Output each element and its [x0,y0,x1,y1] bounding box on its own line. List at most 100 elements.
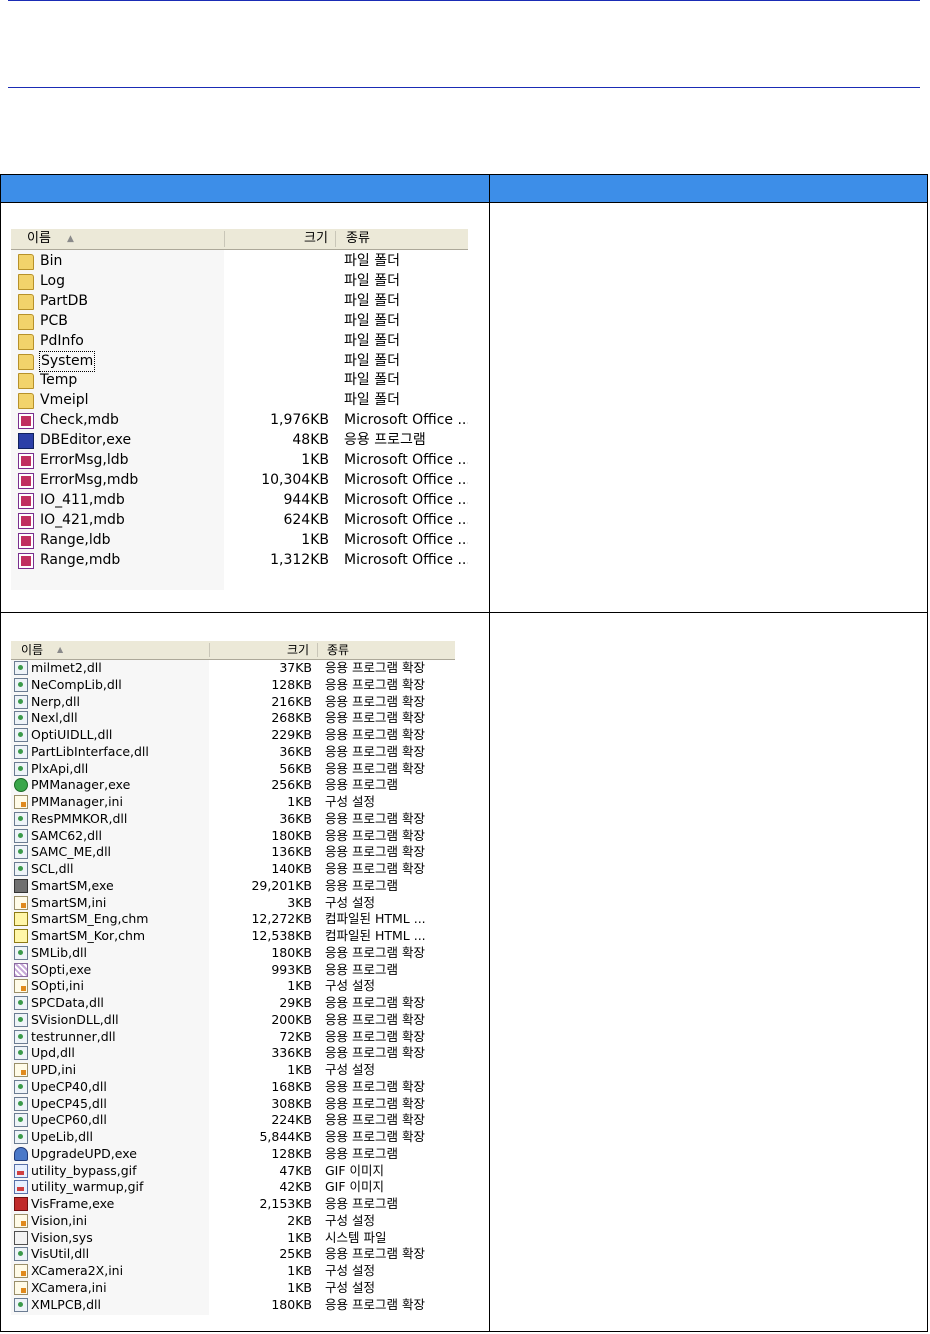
file-row[interactable]: SVisionDLL,dll 200KB 응용 프로그램 확장 [11,1012,455,1029]
file-row[interactable]: VisFrame,exe 2,153KB 응용 프로그램 [11,1196,455,1213]
file-row[interactable]: Nexl,dll 268KB 응용 프로그램 확장 [11,710,455,727]
file-row[interactable]: PartLibInterface,dll 36KB 응용 프로그램 확장 [11,744,455,761]
file-row[interactable]: XCamera2X,ini 1KB 구성 설정 [11,1263,455,1280]
file-name: IO_421,mdb [40,511,125,528]
file-type: 응용 프로그램 [325,777,398,793]
file-row[interactable]: OptiUIDLL,dll 229KB 응용 프로그램 확장 [11,727,455,744]
file-size: 2KB [287,1212,312,1228]
file-row[interactable]: PdInfo 파일 폴더 [11,332,468,352]
file-name: utility_bypass,gif [31,1162,137,1178]
file-row[interactable]: SmartSM,exe 29,201KB 응용 프로그램 [11,878,455,895]
column-header-type[interactable]: 종류 [327,641,349,659]
file-row[interactable]: utility_bypass,gif 47KB GIF 이미지 [11,1163,455,1180]
file-row[interactable]: XCamera,ini 1KB 구성 설정 [11,1280,455,1297]
file-type: GIF 이미지 [325,1179,385,1195]
file-row[interactable]: DBEditor,exe 48KB 응용 프로그램 [11,431,468,451]
file-row[interactable]: UpeLib,dll 5,844KB 응용 프로그램 확장 [11,1129,455,1146]
column-header-name[interactable]: 이름 [21,641,43,659]
file-row[interactable]: PlxApi,dll 56KB 응용 프로그램 확장 [11,761,455,778]
file-row[interactable]: PCB 파일 폴더 [11,312,468,332]
file-row[interactable]: XMLPCB,dll 180KB 응용 프로그램 확장 [11,1297,455,1314]
file-row[interactable]: ErrorMsg,ldb 1KB Microsoft Office ... [11,451,468,471]
file-row[interactable]: NeCompLib,dll 128KB 응용 프로그램 확장 [11,677,455,694]
file-size: 128KB [271,1145,312,1161]
file-name: SPCData,dll [31,995,104,1010]
file-row[interactable]: utility_warmup,gif 42KB GIF 이미지 [11,1179,455,1196]
file-name: VisUtil,dll [31,1246,90,1262]
file-size: 336KB [271,1045,312,1061]
file-row[interactable]: Vmeipl 파일 폴더 [11,391,468,411]
file-name: Range,mdb [40,551,121,568]
file-row[interactable]: UpeCP60,dll 224KB 응용 프로그램 확장 [11,1112,455,1129]
file-row[interactable]: testrunner,dll 72KB 응용 프로그램 확장 [11,1029,455,1046]
folder-icon [18,353,34,370]
dll-icon [14,945,28,960]
file-row[interactable]: Nerp,dll 216KB 응용 프로그램 확장 [11,694,455,711]
file-row[interactable]: System 파일 폴더 [11,350,468,373]
file-row[interactable]: ResPMMKOR,dll 36KB 응용 프로그램 확장 [11,811,455,828]
file-type: 시스템 파일 [325,1229,387,1245]
file-row[interactable]: Vision,ini 2KB 구성 설정 [11,1213,455,1230]
file-size: 47KB [279,1162,312,1178]
file-name: SAMC_ME,dll [31,844,112,860]
file-row[interactable]: SPCData,dll 29KB 응용 프로그램 확장 [11,995,455,1012]
file-size: 1,976KB [270,412,329,429]
file-name: Range,ldb [40,531,111,548]
file-row[interactable]: Temp 파일 폴더 [11,371,468,391]
file-type: 파일 폴더 [344,352,400,369]
file-type: Microsoft Office ... [344,471,468,488]
file-row[interactable]: PMManager,ini 1KB 구성 설정 [11,794,455,811]
file-row[interactable]: SmartSM_Eng,chm 12,272KB 컴파일된 HTML ... [11,911,455,928]
file-row[interactable]: PartDB 파일 폴더 [11,292,468,312]
file-row[interactable]: UpeCP40,dll 168KB 응용 프로그램 확장 [11,1079,455,1096]
file-row[interactable]: SOpti,exe 993KB 응용 프로그램 [11,962,455,979]
dll-icon [14,862,28,876]
file-name: SmartSM_Eng,chm [31,911,149,927]
file-type: 구성 설정 [325,794,375,809]
column-header-name[interactable]: 이름 [27,229,51,249]
file-row[interactable]: SMLib,dll 180KB 응용 프로그램 확장 [11,945,455,962]
column-header-size[interactable]: 크기 [287,641,309,659]
file-row[interactable]: PMManager,exe 256KB 응용 프로그램 [11,777,455,794]
file-row[interactable]: Upd,dll 336KB 응용 프로그램 확장 [11,1045,455,1062]
file-row[interactable]: SmartSM,ini 3KB 구성 설정 [11,895,455,912]
file-row[interactable]: Bin 파일 폴더 [11,252,468,272]
column-header-type[interactable]: 종류 [346,229,370,249]
file-row[interactable]: IO_411,mdb 944KB Microsoft Office ... [11,491,468,511]
chm-icon [14,929,28,943]
file-name: ResPMMKOR,dll [31,810,128,826]
chm-icon [14,912,28,927]
ini-icon [14,979,28,994]
file-row[interactable]: milmet2,dll 37KB 응용 프로그램 확장 [11,660,455,677]
file-row[interactable]: SAMC_ME,dll 136KB 응용 프로그램 확장 [11,844,455,861]
file-row[interactable]: Range,ldb 1KB Microsoft Office ... [11,531,468,551]
dll-icon [14,1079,28,1094]
file-size: 1,312KB [270,551,329,568]
file-size: 10,304KB [261,471,329,488]
file-row[interactable]: SmartSM_Kor,chm 12,538KB 컴파일된 HTML ... [11,928,455,945]
file-size: 48KB [292,432,329,449]
column-header-size[interactable]: 크기 [304,229,328,249]
ini-icon [14,1280,28,1295]
file-row[interactable]: SCL,dll 140KB 응용 프로그램 확장 [11,861,455,878]
file-row[interactable]: Vision,sys 1KB 시스템 파일 [11,1230,455,1247]
file-row[interactable]: Check,mdb 1,976KB Microsoft Office ... [11,411,468,431]
file-row[interactable]: SAMC62,dll 180KB 응용 프로그램 확장 [11,828,455,845]
file-row[interactable]: ErrorMsg,mdb 10,304KB Microsoft Office ... [11,471,468,491]
file-row[interactable]: Log 파일 폴더 [11,272,468,292]
dll-icon [14,761,28,776]
vis-exe-icon [14,1197,28,1211]
file-row[interactable]: UPD,ini 1KB 구성 설정 [11,1062,455,1079]
file-size: 1KB [301,452,329,468]
file-size: 944KB [283,491,329,508]
file-row[interactable]: SOpti,ini 1KB 구성 설정 [11,978,455,995]
file-row[interactable]: IO_421,mdb 624KB Microsoft Office ... [11,511,468,531]
file-row[interactable]: VisUtil,dll 25KB 응용 프로그램 확장 [11,1246,455,1263]
file-type: 응용 프로그램 [344,432,426,449]
file-row[interactable]: UpgradeUPD,exe 128KB 응용 프로그램 [11,1146,455,1163]
file-row[interactable]: Range,mdb 1,312KB Microsoft Office ... [11,551,468,571]
gif-icon [14,1163,28,1178]
file-type: Microsoft Office ... [344,412,468,429]
file-size: 224KB [271,1112,312,1128]
file-row[interactable]: UpeCP45,dll 308KB 응용 프로그램 확장 [11,1096,455,1113]
